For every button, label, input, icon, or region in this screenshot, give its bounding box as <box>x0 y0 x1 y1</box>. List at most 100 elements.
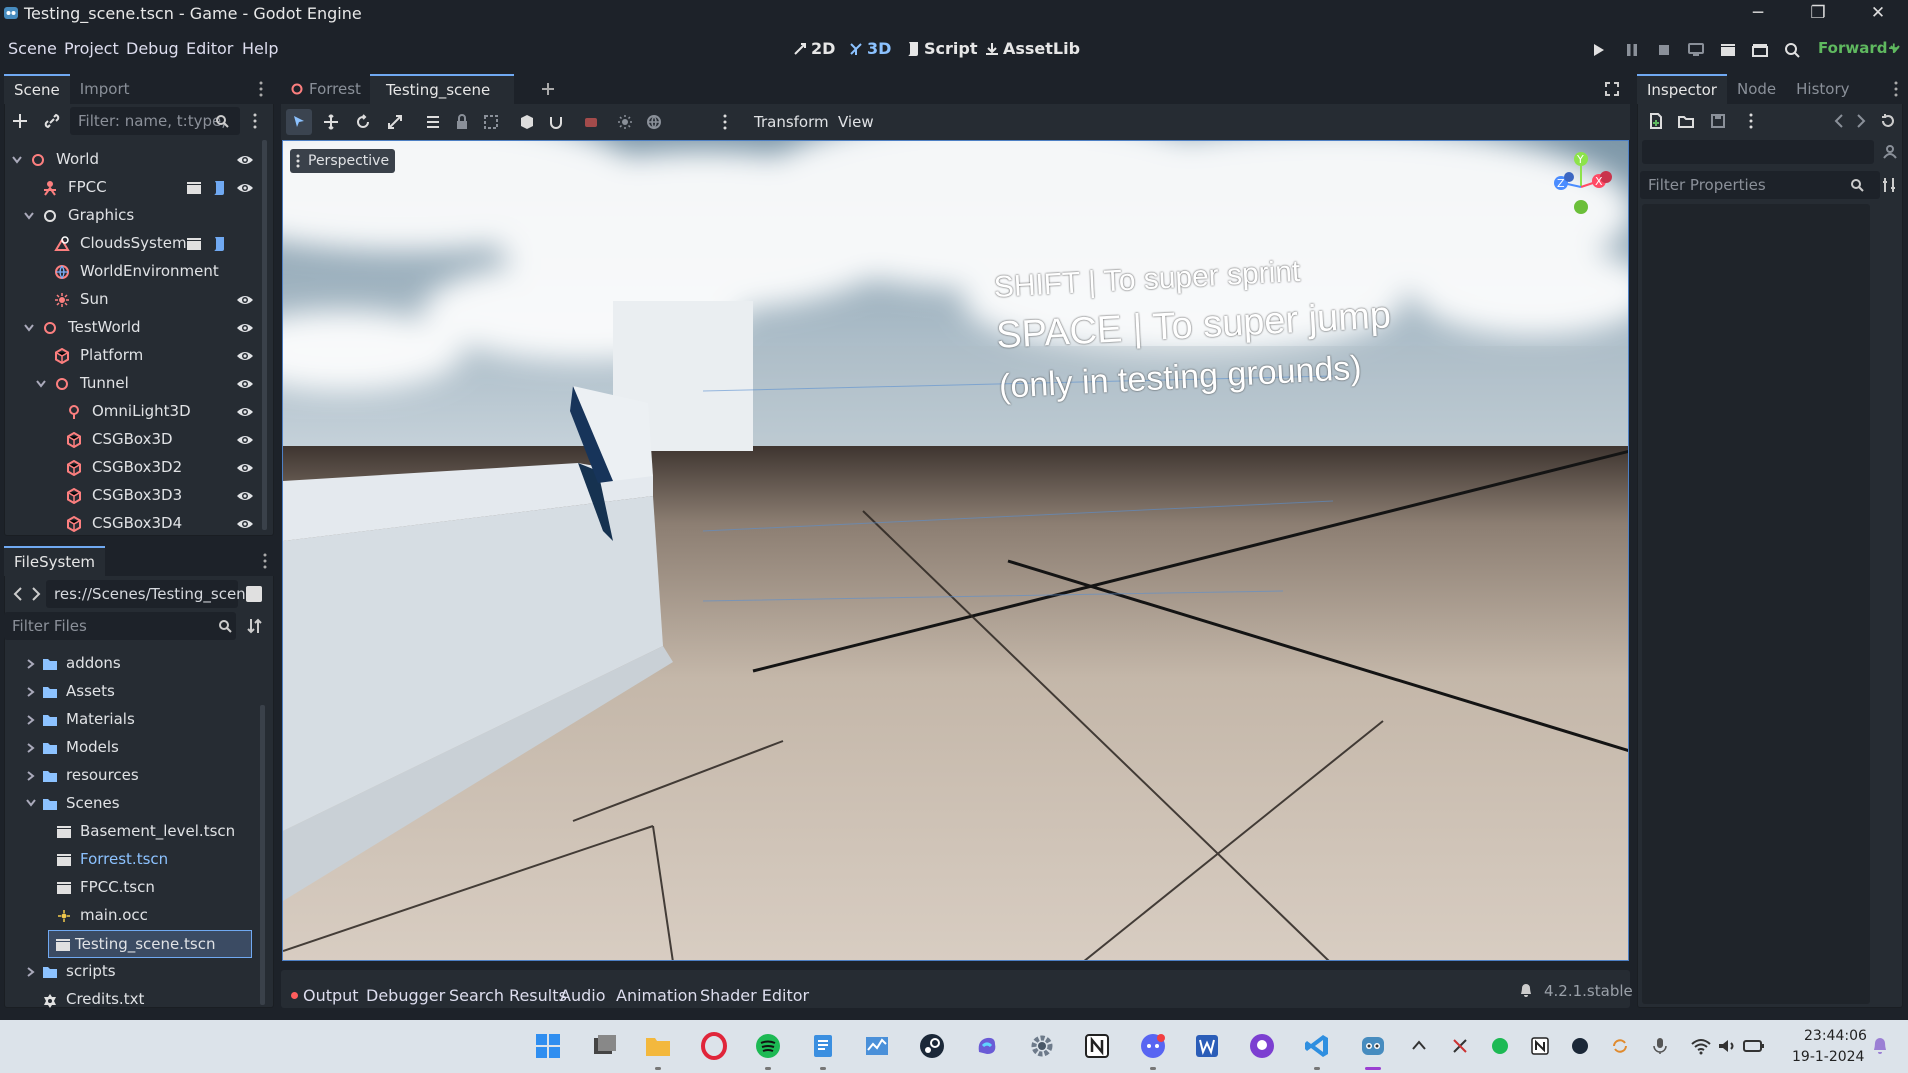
rotate-tool-button[interactable] <box>350 109 376 135</box>
taskbar-vscode-icon[interactable] <box>1300 1029 1334 1063</box>
taskbar-opera-icon[interactable] <box>697 1029 731 1063</box>
tab-audio[interactable]: Audio <box>560 986 605 1005</box>
menu-debug[interactable]: Debug <box>126 39 179 58</box>
visibility-eye-icon[interactable] <box>236 179 254 197</box>
3d-viewport[interactable]: Perspective SHIFT | To super sprint SPAC… <box>282 140 1629 961</box>
object-tools-icon[interactable] <box>1882 144 1898 160</box>
snap-button[interactable] <box>543 109 569 135</box>
save-icon[interactable] <box>1710 113 1726 129</box>
workspace-script-button[interactable]: Script <box>906 39 977 58</box>
perspective-menu[interactable]: Perspective <box>290 149 396 173</box>
viewport-options-icon[interactable] <box>722 113 728 131</box>
fs-item-scenes[interactable]: Scenes <box>10 790 256 818</box>
taskbar-notepad-icon[interactable] <box>806 1029 840 1063</box>
list-select-button[interactable] <box>420 109 446 135</box>
menu-help[interactable]: Help <box>242 39 278 58</box>
tray-notion-icon[interactable] <box>1531 1037 1549 1055</box>
tray-steam-icon[interactable] <box>1571 1037 1589 1055</box>
dock-menu-icon[interactable] <box>258 80 264 98</box>
view-menu[interactable]: View <box>838 113 874 131</box>
tab-output[interactable]: Output <box>303 986 359 1005</box>
scene-node-csgbox3d3[interactable]: CSGBox3D3 <box>10 482 260 510</box>
workspace-3d-button[interactable]: 3D <box>849 39 891 58</box>
collapse-arrow-icon[interactable] <box>26 771 36 781</box>
visibility-eye-icon[interactable] <box>236 347 254 365</box>
scene-node-world[interactable]: World <box>10 146 260 174</box>
attached-script-icon[interactable] <box>212 180 226 196</box>
transform-menu[interactable]: Transform <box>754 113 829 131</box>
new-resource-icon[interactable] <box>1648 113 1664 129</box>
fs-item-forrest-tscn[interactable]: Forrest.tscn <box>10 846 256 874</box>
split-mode-icon[interactable] <box>246 586 262 602</box>
collapse-arrow-icon[interactable] <box>26 659 36 669</box>
back-icon[interactable] <box>13 587 23 601</box>
inspector-options-icon[interactable] <box>1748 112 1754 130</box>
maximize-button[interactable]: ❐ <box>1788 0 1848 26</box>
visibility-eye-icon[interactable] <box>236 403 254 421</box>
close-button[interactable]: ✕ <box>1848 0 1908 26</box>
filter-properties-input[interactable]: Filter Properties <box>1640 171 1880 199</box>
fs-item-models[interactable]: Models <box>10 734 256 762</box>
collapse-arrow-icon[interactable] <box>26 743 36 753</box>
fs-item-addons[interactable]: addons <box>10 650 256 678</box>
fs-item-credits-txt[interactable]: Credits.txt <box>10 986 256 1014</box>
visibility-eye-icon[interactable] <box>236 431 254 449</box>
preview-camera-button[interactable] <box>578 109 604 135</box>
tab-scene[interactable]: Scene <box>4 74 70 104</box>
battery-icon[interactable] <box>1743 1037 1765 1055</box>
tab-testing-scene[interactable]: Testing_scene <box>370 74 514 104</box>
scene-tree-scrollbar[interactable] <box>262 140 267 530</box>
fs-item-materials[interactable]: Materials <box>10 706 256 734</box>
tab-node[interactable]: Node <box>1727 74 1786 104</box>
scene-node-csgbox3d2[interactable]: CSGBox3D2 <box>10 454 260 482</box>
instance-clapper-icon[interactable] <box>186 180 202 196</box>
fs-item-main-occ[interactable]: main.occ <box>10 902 256 930</box>
fs-scrollbar[interactable] <box>260 705 265 1005</box>
distraction-free-icon[interactable] <box>1605 82 1619 96</box>
scene-options-icon[interactable] <box>252 112 258 130</box>
taskbar-file-explorer-icon[interactable] <box>641 1029 675 1063</box>
visibility-eye-icon[interactable] <box>236 487 254 505</box>
lock-button[interactable] <box>449 109 475 135</box>
workspace-assetlib-button[interactable]: AssetLib <box>985 39 1080 58</box>
fs-item-testing-scene-tscn[interactable]: Testing_scene.tscn <box>48 930 252 958</box>
orientation-gizmo[interactable]: Y X Z <box>1547 151 1617 223</box>
expand-arrow-icon[interactable] <box>12 156 22 164</box>
attached-script-icon[interactable] <box>212 236 226 252</box>
minimize-button[interactable]: ─ <box>1728 0 1788 26</box>
collapse-arrow-icon[interactable] <box>26 967 36 977</box>
forward-icon[interactable] <box>31 587 41 601</box>
notification-bell-icon[interactable] <box>1872 1037 1888 1055</box>
instance-clapper-icon[interactable] <box>186 236 202 252</box>
tab-animation[interactable]: Animation <box>616 986 698 1005</box>
fs-item-assets[interactable]: Assets <box>10 678 256 706</box>
fs-filter-input[interactable]: Filter Files <box>4 612 236 640</box>
fs-item-basement-level-tscn[interactable]: Basement_level.tscn <box>10 818 256 846</box>
scene-node-tunnel[interactable]: Tunnel <box>10 370 260 398</box>
play-button[interactable] <box>1588 39 1610 61</box>
expand-arrow-icon[interactable] <box>26 799 36 809</box>
fs-item-scripts[interactable]: scripts <box>10 958 256 986</box>
tab-history[interactable]: History <box>1786 74 1859 104</box>
tab-debugger[interactable]: Debugger <box>366 986 445 1005</box>
tab-filesystem[interactable]: FileSystem <box>4 546 106 576</box>
tab-search-results[interactable]: Search Results <box>449 986 567 1005</box>
object-selector[interactable] <box>1642 140 1874 164</box>
pause-button[interactable] <box>1621 39 1643 61</box>
open-folder-icon[interactable] <box>1678 113 1694 129</box>
select-tool-button[interactable] <box>286 109 312 135</box>
history-forward-icon[interactable] <box>1856 114 1866 128</box>
fs-item-resources[interactable]: resources <box>10 762 256 790</box>
workspace-2d-button[interactable]: 2D <box>793 39 835 58</box>
scene-node-sun[interactable]: Sun <box>10 286 260 314</box>
taskbar-discord-icon[interactable] <box>1136 1029 1170 1063</box>
scene-node-testworld[interactable]: TestWorld <box>10 314 260 342</box>
volume-icon[interactable] <box>1717 1037 1737 1055</box>
tab-forrest[interactable]: Forrest <box>281 74 371 104</box>
clock-date[interactable]: 19-1-2024 <box>1792 1049 1864 1065</box>
properties-settings-icon[interactable] <box>1882 177 1896 193</box>
taskbar-steam-icon[interactable] <box>915 1029 949 1063</box>
taskbar-task-manager-icon[interactable] <box>860 1029 894 1063</box>
expand-arrow-icon[interactable] <box>24 324 34 332</box>
tab-import[interactable]: Import <box>70 74 140 104</box>
